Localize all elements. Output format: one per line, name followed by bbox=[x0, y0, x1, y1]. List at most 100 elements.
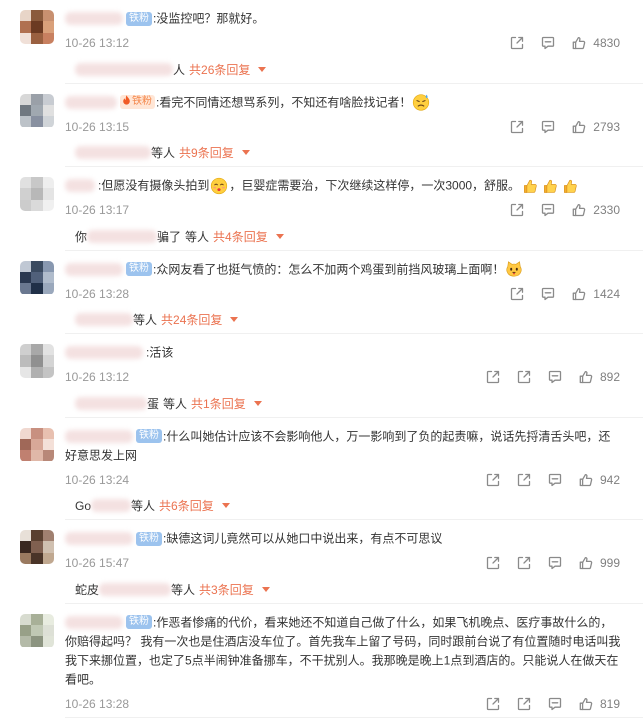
avatar[interactable] bbox=[20, 613, 54, 648]
comment-icon[interactable] bbox=[540, 119, 556, 135]
avatar-mosaic-cell bbox=[31, 366, 43, 378]
share-icon[interactable] bbox=[516, 472, 532, 488]
username[interactable] bbox=[65, 262, 123, 276]
like-count[interactable]: 999 bbox=[600, 556, 620, 570]
share-icon[interactable] bbox=[509, 202, 525, 218]
sweat-face-emoji-icon bbox=[413, 94, 430, 111]
reply-count-link[interactable]: 共9条回复 bbox=[179, 144, 234, 161]
repost-icon[interactable] bbox=[485, 696, 501, 712]
fan-badge[interactable]: 铁粉 bbox=[136, 531, 162, 546]
username[interactable] bbox=[65, 615, 123, 629]
like-icon[interactable] bbox=[571, 202, 587, 218]
avatar[interactable] bbox=[20, 177, 54, 211]
like-count[interactable]: 1424 bbox=[593, 287, 620, 301]
like-icon[interactable] bbox=[571, 119, 587, 135]
reply-summary[interactable]: 你 骗了 等人 共4条回复 bbox=[65, 227, 620, 245]
comment-icon[interactable] bbox=[547, 555, 563, 571]
reply-count-link[interactable]: 共3条回复 bbox=[199, 581, 254, 598]
like-icon[interactable] bbox=[578, 472, 594, 488]
reply-summary[interactable]: Go 等人 共6条回复 bbox=[65, 497, 620, 515]
avatar-mosaic-cell bbox=[31, 93, 43, 105]
avatar-mosaic-cell bbox=[31, 541, 43, 553]
avatar[interactable] bbox=[20, 10, 54, 44]
comment-icon[interactable] bbox=[547, 369, 563, 385]
reply-count-link[interactable]: 共24条回复 bbox=[161, 311, 222, 328]
username[interactable] bbox=[65, 12, 123, 26]
comment-icon[interactable] bbox=[540, 202, 556, 218]
repost-icon[interactable] bbox=[485, 472, 501, 488]
comment-icon[interactable] bbox=[540, 35, 556, 51]
comment-item: 铁粉:没监控吧？那就好。 10-26 13:12 4830 人共26条回复 bbox=[0, 0, 643, 84]
reply-summary[interactable]: 人共26条回复 bbox=[65, 60, 620, 78]
avatar-mosaic-cell bbox=[42, 613, 54, 625]
share-icon[interactable] bbox=[516, 369, 532, 385]
like-icon[interactable] bbox=[571, 286, 587, 302]
avatar-mosaic-cell bbox=[20, 260, 32, 272]
reply-summary[interactable]: 等人 共24条回复 bbox=[65, 311, 620, 329]
reply-count-link[interactable]: 共26条回复 bbox=[189, 61, 250, 78]
reply-user-lead: Go bbox=[75, 498, 92, 513]
fan-badge[interactable]: 铁粉 bbox=[126, 11, 152, 26]
comment-item: 铁粉:什么叫她估计应该不会影响他人，万一影响到了负的起责嘛，说话先捋清舌头吧，还… bbox=[0, 418, 643, 521]
reply-count-link[interactable]: 共6条回复 bbox=[159, 497, 214, 514]
like-count[interactable]: 2330 bbox=[593, 203, 620, 217]
like-icon[interactable] bbox=[571, 35, 587, 51]
username[interactable] bbox=[65, 532, 133, 546]
comment-body: 铁粉:缺德这词儿竟然可以从她口中说出来，有点不可思议 10-26 15:47 999… bbox=[65, 529, 620, 598]
avatar-mosaic-cell bbox=[42, 32, 54, 44]
like-count[interactable]: 2793 bbox=[593, 120, 620, 134]
avatar-mosaic-cell bbox=[20, 552, 32, 564]
username[interactable] bbox=[65, 179, 95, 193]
fan-badge[interactable]: 铁粉 bbox=[136, 429, 162, 444]
avatar[interactable] bbox=[20, 260, 54, 295]
share-icon[interactable] bbox=[509, 119, 525, 135]
like-icon[interactable] bbox=[578, 555, 594, 571]
fan-badge[interactable]: 铁粉 bbox=[126, 262, 152, 277]
avatar[interactable] bbox=[20, 530, 54, 564]
avatar[interactable] bbox=[20, 427, 54, 462]
reply-count-link[interactable]: 共1条回复 bbox=[191, 395, 246, 412]
reply-summary[interactable]: 等人 共9条回复 bbox=[65, 144, 620, 162]
avatar[interactable] bbox=[20, 344, 54, 378]
fan-badge[interactable]: 铁粉 bbox=[120, 95, 155, 110]
fan-badge-label: 铁粉 bbox=[139, 430, 159, 442]
avatar[interactable] bbox=[20, 93, 54, 128]
fan-badge[interactable]: 铁粉 bbox=[126, 615, 152, 630]
like-icon[interactable] bbox=[578, 369, 594, 385]
like-icon[interactable] bbox=[578, 696, 594, 712]
like-count[interactable]: 942 bbox=[600, 473, 620, 487]
share-icon[interactable] bbox=[516, 555, 532, 571]
avatar-mosaic-cell bbox=[20, 427, 32, 439]
comment-icon[interactable] bbox=[547, 472, 563, 488]
reply-user-tail: 蛋 bbox=[147, 396, 160, 411]
reply-summary[interactable]: 蛇皮 等人 共3条回复 bbox=[65, 580, 620, 598]
reply-count-link[interactable]: 共4条回复 bbox=[213, 228, 268, 245]
username[interactable] bbox=[65, 346, 143, 360]
fan-badge-label: 铁粉 bbox=[132, 96, 152, 108]
like-count[interactable]: 4830 bbox=[593, 36, 620, 50]
avatar-mosaic-cell bbox=[42, 541, 54, 553]
share-icon[interactable] bbox=[509, 286, 525, 302]
reply-summary[interactable]: 蛋等人 共1条回复 bbox=[65, 394, 620, 412]
comment-item: :但愿没有摄像头拍到 ，巨婴症需要治，下次继续这样停，一次3000，舒服。 10-2… bbox=[0, 167, 643, 251]
like-count[interactable]: 892 bbox=[600, 370, 620, 384]
chevron-down-icon bbox=[275, 233, 284, 239]
avatar-mosaic-cell bbox=[20, 613, 32, 625]
avatar-mosaic-cell bbox=[42, 116, 54, 128]
comment-time: 10-26 13:28 bbox=[65, 286, 130, 301]
like-count[interactable]: 819 bbox=[600, 697, 620, 711]
username[interactable] bbox=[65, 95, 117, 109]
comment-icon[interactable] bbox=[547, 696, 563, 712]
share-icon[interactable] bbox=[516, 696, 532, 712]
reply-users-suffix: 等人 bbox=[131, 499, 156, 513]
comment-icon[interactable] bbox=[540, 286, 556, 302]
repost-icon[interactable] bbox=[485, 369, 501, 385]
username[interactable] bbox=[65, 429, 133, 443]
avatar-mosaic-cell bbox=[31, 199, 43, 211]
reply-users-blurred bbox=[91, 499, 132, 512]
comment-line: 铁粉:缺德这词儿竟然可以从她口中说出来，有点不可思议 bbox=[65, 529, 620, 548]
avatar-mosaic-cell bbox=[31, 624, 43, 637]
repost-icon[interactable] bbox=[485, 555, 501, 571]
share-icon[interactable] bbox=[509, 35, 525, 51]
avatar-mosaic-cell bbox=[20, 32, 32, 44]
